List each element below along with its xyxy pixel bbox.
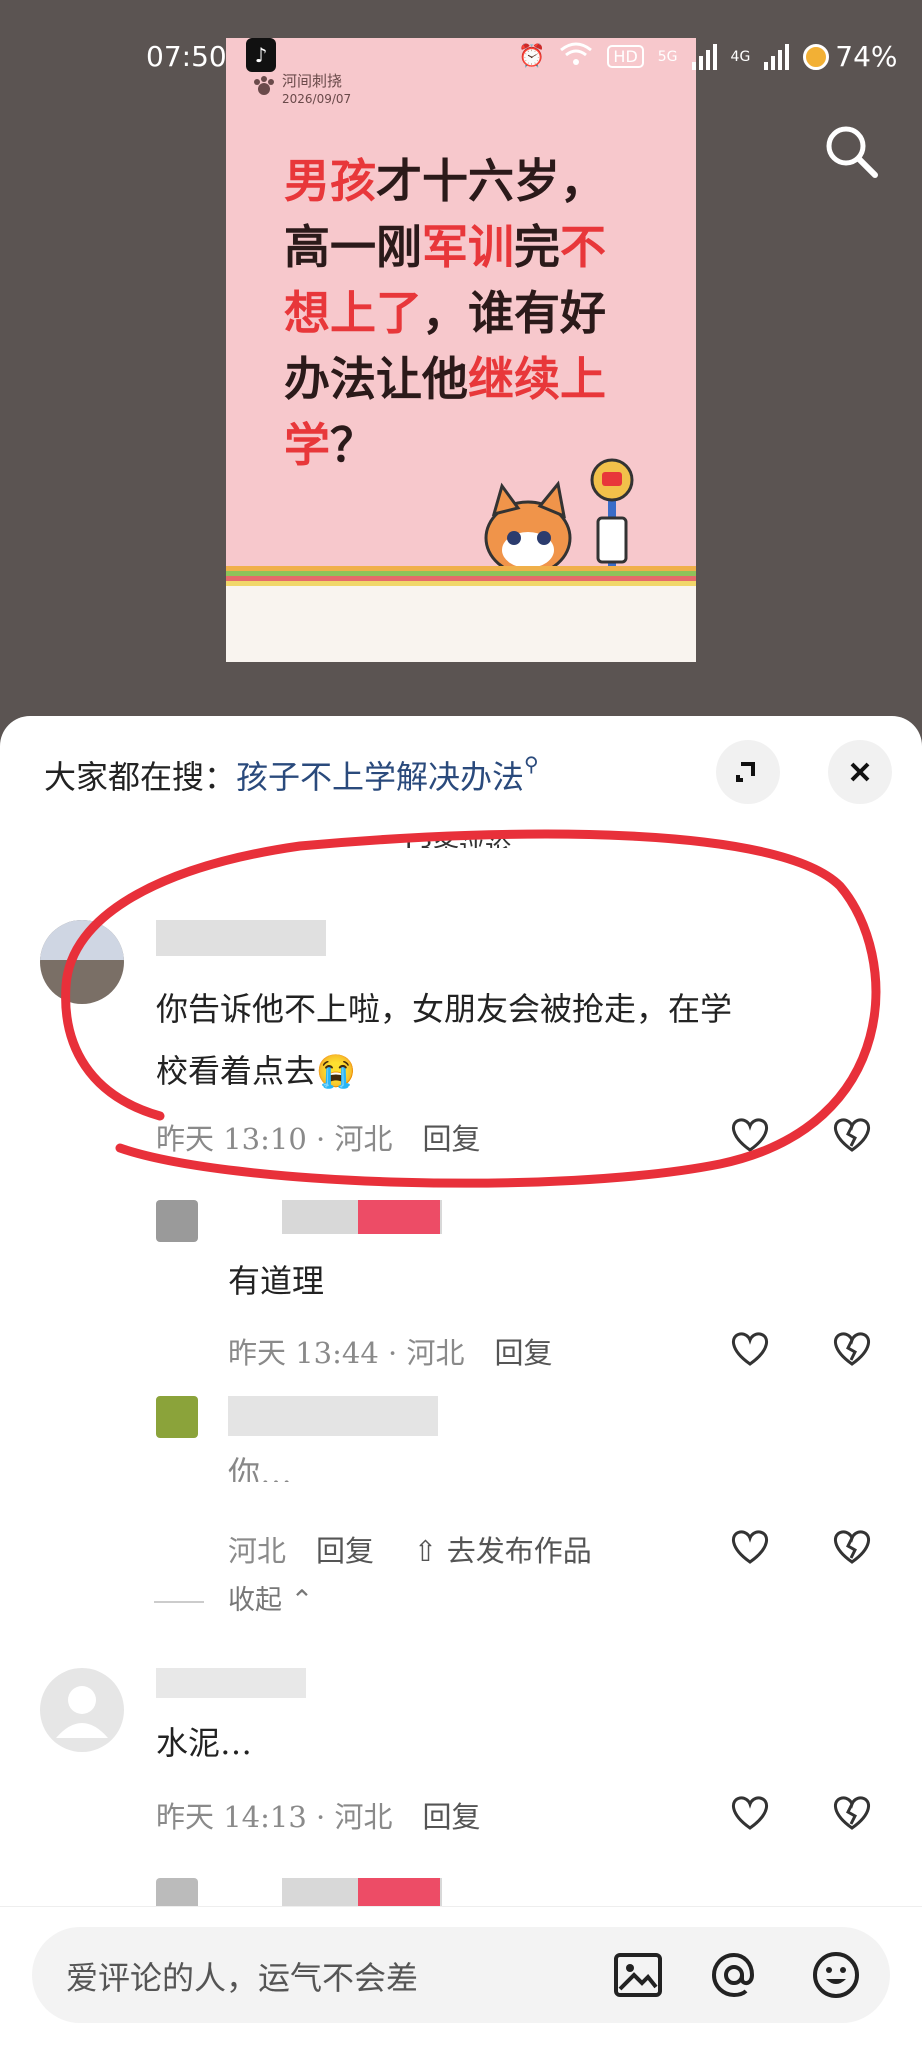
publish-work-label: 去发布作品: [446, 1534, 592, 1568]
poster-headline-segment: 男孩: [284, 154, 376, 208]
comment-text: 水泥…: [156, 1724, 253, 1762]
heart-icon[interactable]: [728, 1526, 772, 1566]
reply-location: 河北: [228, 1534, 287, 1568]
collapse-label: 收起: [228, 1585, 282, 1616]
poster-headline-segment: 高一刚: [284, 220, 422, 274]
divider: [154, 1600, 204, 1603]
comment-sheet: 大家都在搜：孩子不上学解决办法⚲ 13条评论 你告诉他不上啦，女朋友会被抢走，在…: [0, 716, 922, 2048]
signal-bars-icon-2: [764, 43, 790, 70]
status-time: 07:50: [146, 40, 227, 73]
poster-headline-segment: ，谁有好: [422, 286, 606, 340]
publish-work-link[interactable]: ⇧ 去发布作品: [413, 1534, 592, 1568]
poster-headline-segment: 继续上: [468, 352, 606, 406]
video-cover-poster[interactable]: 河间刺挠 2026/09/07 男孩才十六岁， 高一刚军训完不 想上了，谁有好 办法让…: [226, 38, 696, 662]
poster-headline-line: 男孩才十六岁，: [284, 148, 644, 214]
search-icon[interactable]: [822, 122, 880, 180]
avatar[interactable]: [40, 1668, 124, 1752]
network-4g-label: 4G: [730, 48, 751, 65]
poster-headline: 男孩才十六岁， 高一刚军训完不 想上了，谁有好 办法让他继续上 学？: [284, 148, 644, 478]
screen: 河间刺挠 2026/09/07 男孩才十六岁， 高一刚军训完不 想上了，谁有好 办法让…: [0, 0, 922, 2048]
broken-heart-icon[interactable]: [830, 1526, 874, 1566]
poster-ground: [226, 586, 696, 662]
red-highlight-circle: [61, 829, 881, 1188]
poster-headline-segment: 办法让他: [284, 352, 468, 406]
status-bar: 07:50 ♪ ⏰ HD 5G 4G 74%: [0, 38, 922, 80]
poster-headline-segment: 想上了: [284, 286, 422, 340]
battery-indicator: 74%: [803, 40, 898, 73]
author-badge: [358, 1878, 440, 1908]
emoji-icon[interactable]: [810, 1949, 862, 2001]
alarm-icon: ⏰: [518, 44, 546, 69]
poster-headline-segment: 完: [514, 220, 560, 274]
wifi-icon: [559, 41, 593, 73]
image-icon[interactable]: [612, 1949, 664, 2001]
poster-headline-segment: ？: [330, 418, 376, 472]
comment-meta: 昨天 14:13 · 河北 回复: [156, 1794, 480, 1836]
comment-input[interactable]: 爱评论的人，运气不会差: [32, 1927, 890, 2023]
douyin-app-icon: ♪: [246, 38, 276, 72]
default-avatar-icon: [56, 1686, 108, 1738]
poster-headline-line: 办法让他继续上: [284, 346, 644, 412]
poster-headline-segment: 才十六岁，: [376, 154, 606, 208]
reply-text: 你…: [228, 1454, 293, 1482]
status-icons: ⏰ HD 5G 4G 74%: [518, 40, 898, 73]
heart-icon[interactable]: [728, 1792, 772, 1832]
poster-headline-segment: 不: [560, 220, 606, 274]
comment-time-location: 昨天 14:13 · 河北: [156, 1800, 393, 1834]
poster-headline-segment: 军训: [422, 220, 514, 274]
poster-headline-segment: 学: [284, 418, 330, 472]
reply-meta: 河北 回复 ⇧ 去发布作品: [228, 1528, 592, 1570]
mention-icon[interactable]: [708, 1949, 760, 2001]
network-5g-label: 5G: [657, 48, 678, 65]
upload-icon: ⇧: [413, 1534, 438, 1568]
chevron-up-icon: ⌃: [290, 1585, 314, 1616]
poster-brand-date: 2026/09/07: [282, 92, 352, 106]
battery-percent: 74%: [835, 40, 898, 73]
signal-bars-icon: [691, 43, 717, 70]
poster-headline-line: 想上了，谁有好: [284, 280, 644, 346]
hd-badge: HD: [607, 45, 644, 68]
username-redacted[interactable]: [156, 1668, 306, 1698]
poster-headline-line: 高一刚军训完不: [284, 214, 644, 280]
battery-saver-icon: [803, 43, 830, 70]
reply-button[interactable]: 回复: [316, 1534, 374, 1568]
reply-button[interactable]: 回复: [422, 1800, 480, 1834]
broken-heart-icon[interactable]: [830, 1792, 874, 1832]
comment-input-bar: 爱评论的人，运气不会差: [0, 1906, 922, 2048]
collapse-replies-button[interactable]: 收起 ⌃: [154, 1578, 313, 1617]
comment-input-placeholder: 爱评论的人，运气不会差: [66, 1959, 419, 1997]
poster-rainbow-stripes: [226, 566, 696, 586]
